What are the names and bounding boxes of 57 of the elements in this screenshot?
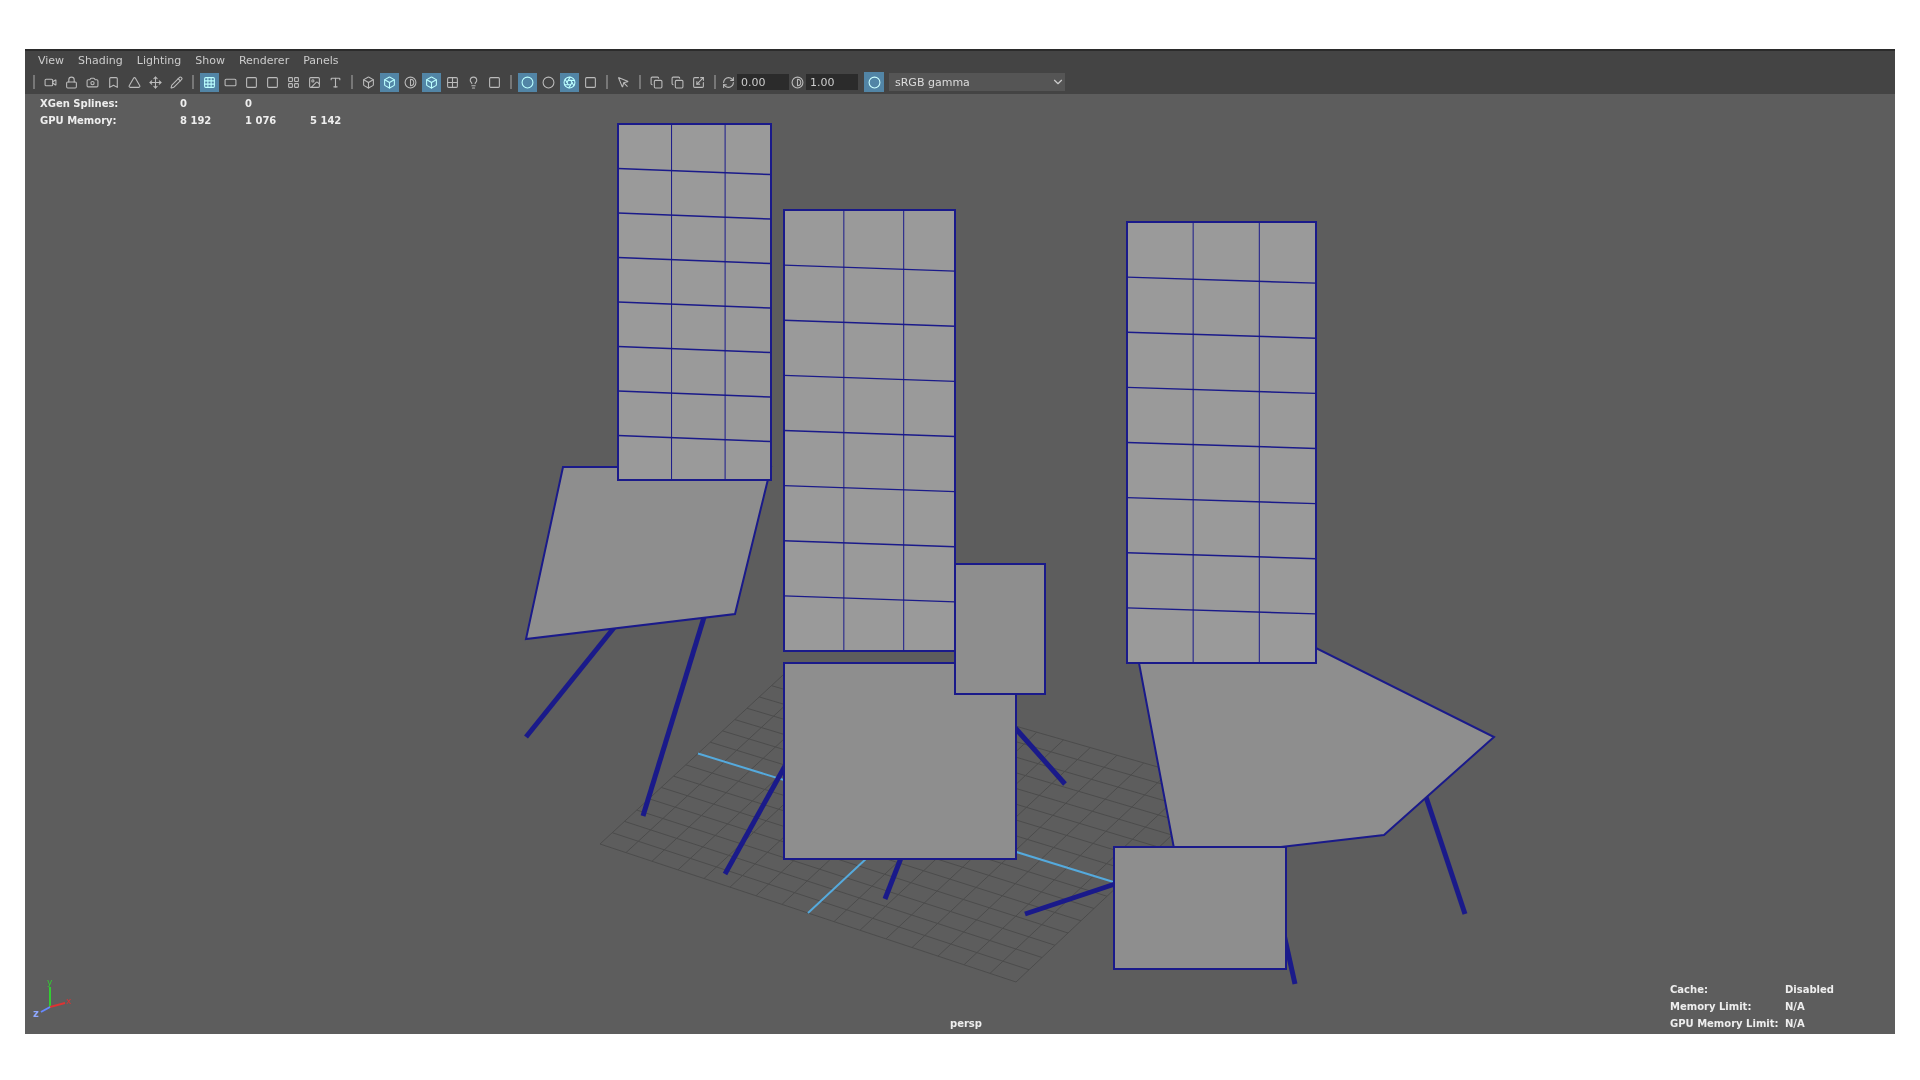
menu-item[interactable]: Lighting	[129, 54, 189, 67]
image-icon	[308, 75, 321, 89]
stat-label: Memory Limit:	[1670, 1001, 1753, 1012]
gamma-icon	[791, 75, 804, 89]
stat-value: N/A	[1785, 1001, 1806, 1012]
square-icon	[584, 75, 597, 89]
stat-value: 5 142	[310, 115, 343, 126]
checker-icon	[446, 75, 459, 89]
stat-value: N/A	[1785, 1018, 1806, 1029]
move-icon	[149, 75, 162, 89]
lightbulb-icon	[467, 75, 480, 89]
toolbar-button[interactable]	[518, 72, 537, 92]
menu-item[interactable]: Panels	[296, 54, 346, 67]
camera-icon	[86, 75, 99, 89]
stat-value: 8 192	[180, 115, 213, 126]
menu-item[interactable]: View	[31, 54, 72, 67]
toolbar-button[interactable]	[200, 72, 219, 92]
aperture-icon	[563, 75, 576, 89]
view-transform-dropdown[interactable]: sRGB gamma	[889, 73, 1065, 91]
exposure-field[interactable]: 0.00	[737, 74, 789, 90]
menu-item[interactable]: Show	[188, 54, 232, 67]
contrast-icon	[404, 75, 417, 89]
toolbar-button[interactable]	[380, 72, 399, 92]
stat-value: 0	[180, 98, 188, 109]
stat-value: 0	[245, 98, 253, 109]
pencil-icon	[170, 75, 183, 89]
circle-icon	[867, 75, 881, 89]
stat-label: XGen Splines:	[40, 98, 120, 109]
stat-label: GPU Memory:	[40, 115, 118, 126]
gamma-field[interactable]: 1.00	[806, 74, 858, 90]
menu-item[interactable]: Renderer	[231, 54, 297, 67]
lock-icon	[65, 75, 78, 89]
cube-icon	[362, 75, 375, 89]
triangle-icon	[128, 75, 141, 89]
text-icon	[329, 75, 342, 89]
camera-label: persp	[950, 1018, 982, 1029]
exposure-icon	[722, 75, 735, 89]
copy-icon	[650, 75, 663, 89]
bookmark-icon	[107, 75, 120, 89]
square-icon	[488, 75, 501, 89]
cube-icon	[425, 75, 438, 89]
square-icon	[266, 75, 279, 89]
pointer-icon	[617, 75, 630, 89]
menu-item[interactable]: Shading	[71, 54, 130, 67]
toolbar-button[interactable]	[560, 72, 579, 92]
layout-grid-icon	[287, 75, 300, 89]
toolbar-button[interactable]	[422, 72, 441, 92]
square-icon	[245, 75, 258, 89]
copy-icon	[671, 75, 684, 89]
stat-label: Cache:	[1670, 984, 1709, 995]
color-management-toggle[interactable]	[864, 72, 884, 92]
stat-value: 1 076	[245, 115, 278, 126]
cube-icon	[383, 75, 396, 89]
scale-icon	[692, 75, 705, 89]
grid-icon	[203, 75, 216, 89]
stat-value: Disabled	[1785, 984, 1835, 995]
stat-label: GPU Memory Limit:	[1670, 1018, 1780, 1029]
